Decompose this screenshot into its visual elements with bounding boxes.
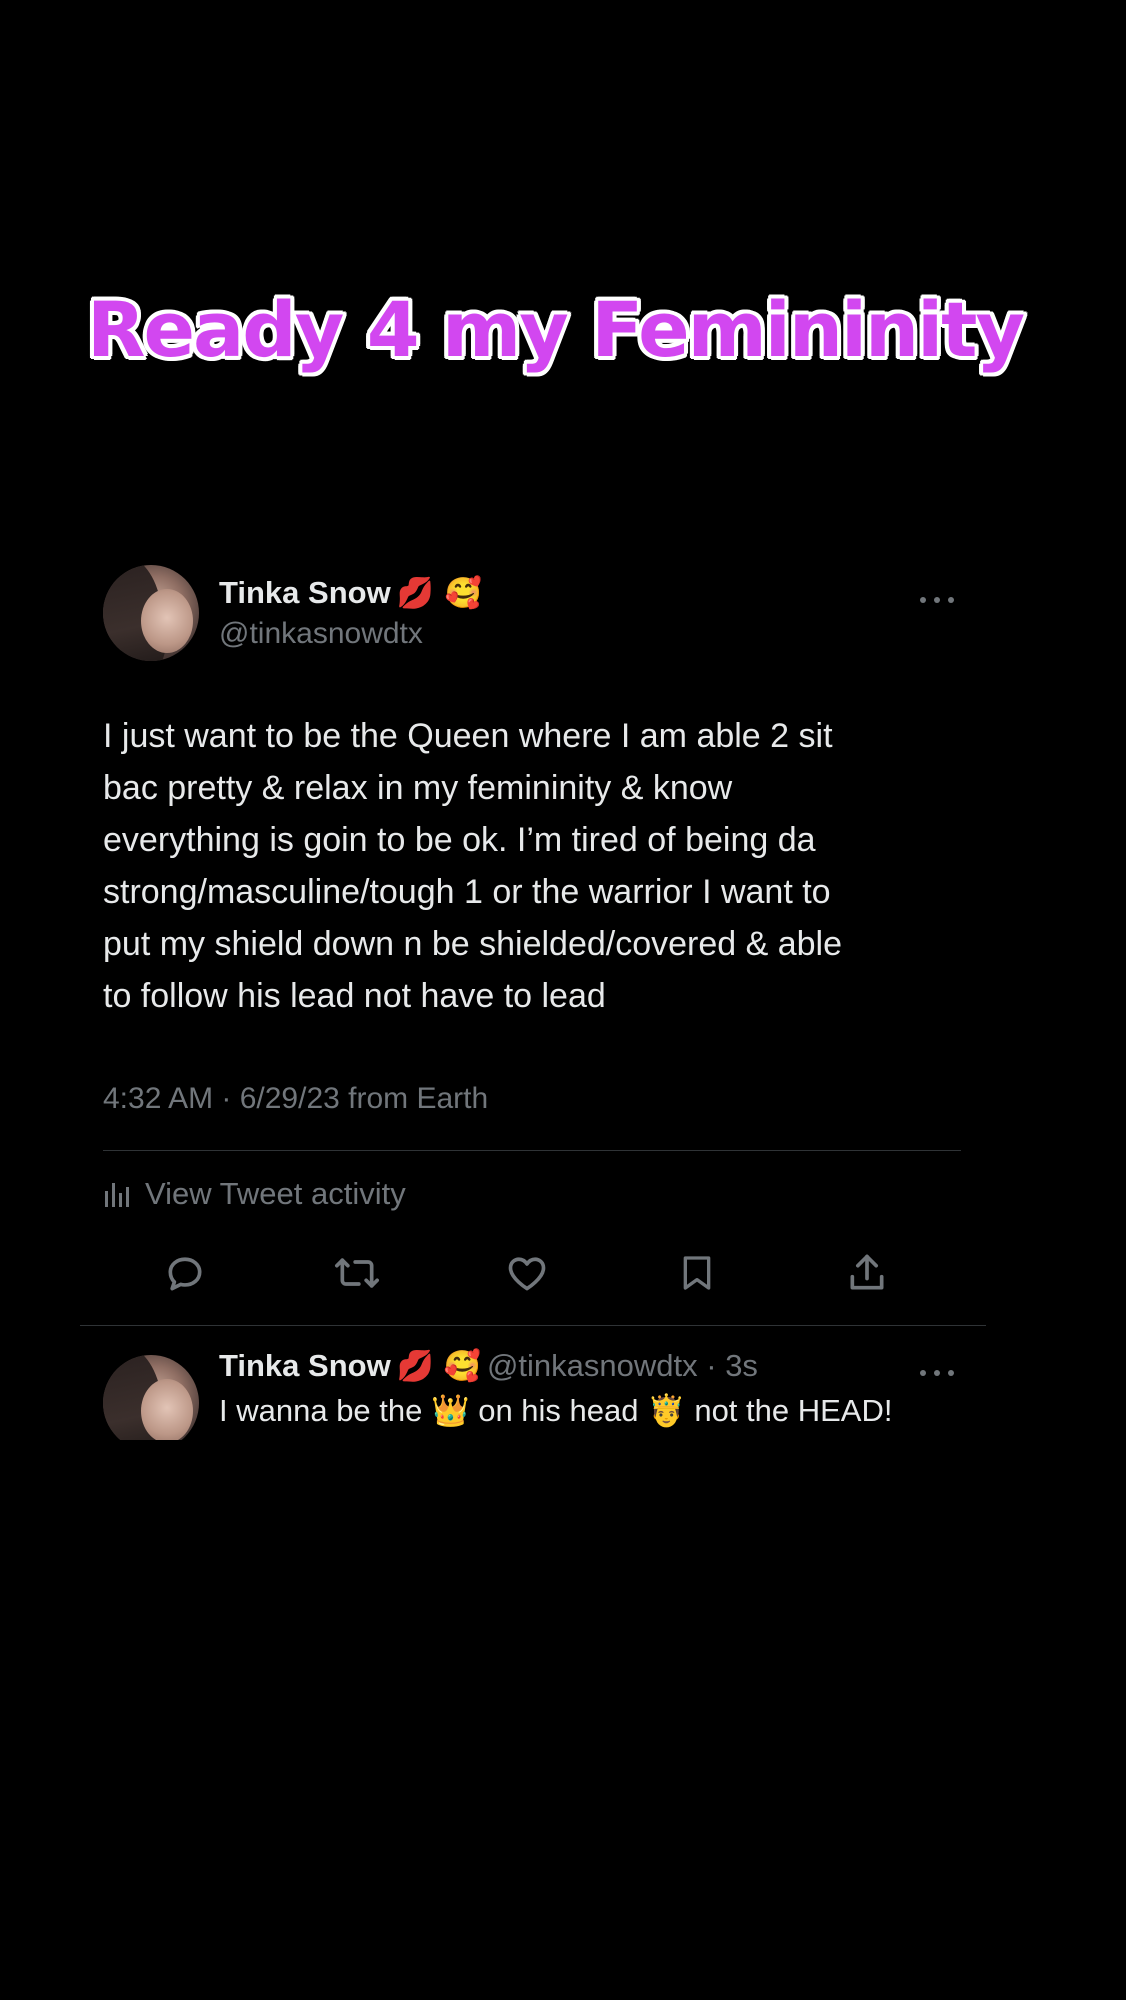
overlay-title: Ready 4 my Femininity: [86, 285, 1025, 374]
like-icon[interactable]: [502, 1248, 552, 1298]
author-handle[interactable]: @tinkasnowdtx: [219, 617, 423, 651]
tweet-timestamp[interactable]: 4:32 AM · 6/29/23 from Earth: [103, 1082, 488, 1116]
reply-separator: ·: [697, 1348, 726, 1383]
reply-time[interactable]: 3s: [725, 1348, 758, 1383]
reply-more-options-icon[interactable]: [920, 1367, 954, 1379]
reply-text: I wanna be the 👑 on his head 🤴 not the H…: [219, 1393, 893, 1428]
reply-avatar[interactable]: [103, 1355, 199, 1440]
author-name[interactable]: Tinka Snow 💋 🥰: [219, 575, 482, 611]
view-activity-button[interactable]: View Tweet activity: [103, 1176, 406, 1212]
reply-author-name[interactable]: Tinka Snow: [219, 1348, 391, 1383]
retweet-icon[interactable]: [332, 1248, 382, 1298]
share-icon[interactable]: [842, 1248, 892, 1298]
reply-tweet[interactable]: Tinka Snow 💋 🥰 @tinkasnowdtx · 3s I wanna …: [80, 1330, 986, 1440]
reply-author-handle[interactable]: @tinkasnowdtx: [487, 1348, 698, 1383]
bookmark-icon[interactable]: [672, 1248, 722, 1298]
divider: [103, 1150, 961, 1151]
action-bar: [160, 1248, 1000, 1308]
thread-divider: [80, 1325, 986, 1326]
reply-icon[interactable]: [160, 1248, 210, 1298]
tweet-text: I just want to be the Queen where I am a…: [103, 717, 843, 1015]
reply-author-emojis: 💋 🥰: [396, 1349, 481, 1384]
reply-header: Tinka Snow 💋 🥰 @tinkasnowdtx · 3s: [219, 1348, 758, 1384]
author-name-text: Tinka Snow: [219, 575, 391, 610]
avatar[interactable]: [103, 565, 199, 661]
view-activity-label: View Tweet activity: [145, 1176, 406, 1211]
analytics-icon: [105, 1183, 129, 1207]
author-emojis: 💋 🥰: [396, 576, 482, 611]
more-options-icon[interactable]: [920, 594, 954, 606]
tweet-card: Tinka Snow 💋 🥰 @tinkasnowdtx I just want …: [80, 540, 986, 1325]
